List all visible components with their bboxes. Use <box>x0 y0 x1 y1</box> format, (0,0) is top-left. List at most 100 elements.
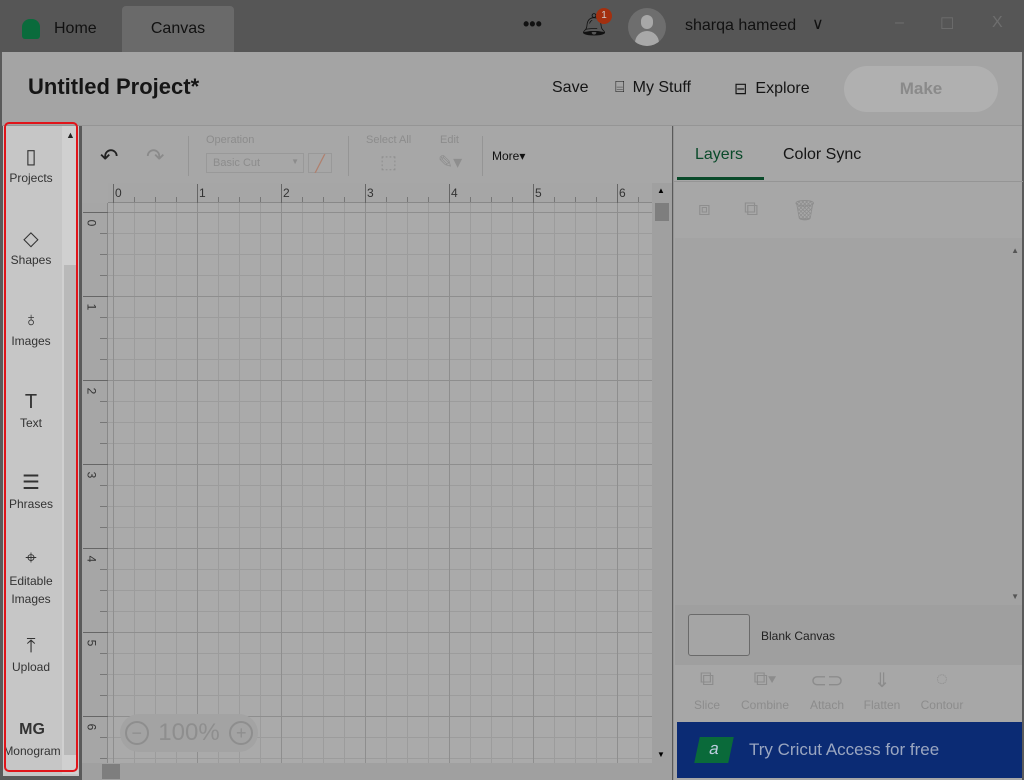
ruler-left-label: 5 <box>84 639 99 647</box>
blank-canvas-label: Blank Canvas <box>761 629 836 643</box>
ruler-top-label: 4 <box>451 186 458 200</box>
vertical-scrollbar[interactable]: ▲ ▼ <box>652 183 672 763</box>
ruler-major-tick <box>83 296 108 297</box>
my-stuff-label: My Stuff <box>632 79 691 96</box>
horizontal-scrollbar[interactable] <box>82 763 672 780</box>
ruler-major-tick <box>281 184 282 203</box>
close-button[interactable]: X <box>992 14 1003 32</box>
tool-label: Slice <box>693 698 720 712</box>
blank-canvas-layer[interactable]: Blank Canvas <box>675 605 1022 665</box>
more-options-button[interactable]: ••• <box>523 14 542 35</box>
chevron-down-icon[interactable]: ∨ <box>812 14 824 34</box>
attach-icon: ⊂⊃ <box>810 670 844 692</box>
ruler-left-label: 2 <box>84 387 99 395</box>
more-button[interactable]: More▾ <box>492 149 525 163</box>
contour-button[interactable]: ◌ Contour <box>912 668 972 712</box>
ruler-major-tick <box>83 548 108 549</box>
slice-button[interactable]: ⧉ Slice <box>677 668 737 712</box>
ruler-major-tick <box>83 632 108 633</box>
combine-button[interactable]: ⧉▾ Combine <box>735 668 795 712</box>
zoom-control: − 100% + <box>120 714 258 752</box>
divider <box>348 136 349 176</box>
ruler-top <box>108 183 652 203</box>
active-tab-indicator <box>677 177 764 180</box>
inbox-icon: ⌸ <box>615 79 625 96</box>
attach-button[interactable]: ⊂⊃ Attach <box>797 668 857 712</box>
scroll-thumb[interactable] <box>102 764 120 779</box>
project-header: Untitled Project* Save ⌸ My Stuff ⊟ Explor… <box>2 52 1022 126</box>
zoom-level: 100% <box>158 719 220 746</box>
cricut-access-banner[interactable]: a Try Cricut Access for free <box>677 722 1022 778</box>
divider <box>188 136 189 176</box>
my-stuff-button[interactable]: ⌸ My Stuff <box>615 79 691 97</box>
zoom-out-button[interactable]: − <box>124 721 149 745</box>
ruler-left-label: 4 <box>84 555 99 563</box>
layers-list: ▲ ▼ <box>675 238 1022 605</box>
ruler-left-label: 0 <box>84 219 99 227</box>
sidebar-highlight-outline <box>4 122 78 772</box>
flatten-button[interactable]: ⇓ Flatten <box>852 668 912 712</box>
operation-label: Operation <box>206 134 255 146</box>
maximize-button[interactable]: ☐ <box>940 14 954 34</box>
more-label: More <box>492 149 520 163</box>
ruler-top-label: 1 <box>199 186 206 200</box>
combine-icon: ⧉▾ <box>753 668 777 690</box>
ruler-major-tick <box>617 184 618 203</box>
tool-label: Flatten <box>863 698 901 712</box>
home-icon <box>22 19 40 39</box>
scroll-thumb[interactable] <box>655 203 669 221</box>
flatten-icon: ⇓ <box>873 670 891 692</box>
zoom-in-button[interactable]: + <box>229 721 254 745</box>
scroll-down-icon[interactable]: ▼ <box>657 750 665 759</box>
ruler-left-label: 1 <box>84 303 99 311</box>
notification-badge: 1 <box>596 8 612 24</box>
ruler-top-label: 3 <box>367 186 374 200</box>
redo-icon[interactable]: ↷ <box>146 144 164 170</box>
ruler-left-label: 3 <box>84 471 99 479</box>
canvas-grid[interactable] <box>108 203 652 763</box>
slice-icon: ⧉ <box>699 668 715 690</box>
save-button[interactable]: Save <box>552 79 588 97</box>
ruler-major-tick <box>365 184 366 203</box>
tab-color-sync[interactable]: Color Sync <box>783 146 861 164</box>
scroll-down-icon[interactable]: ▼ <box>1011 592 1019 601</box>
cricut-access-logo: a <box>694 737 734 763</box>
save-label: Save <box>552 79 589 96</box>
tab-canvas[interactable]: Canvas <box>122 6 234 52</box>
group-icon[interactable]: ⧈ <box>698 198 711 221</box>
divider <box>482 136 483 176</box>
operation-select[interactable]: Basic Cut ▼ <box>206 153 304 173</box>
contour-icon: ◌ <box>936 668 948 690</box>
trash-icon[interactable]: 🗑︎ <box>792 198 817 223</box>
select-all-label: Select All <box>366 134 412 146</box>
tool-label: Attach <box>809 698 845 712</box>
tab-home[interactable]: Home <box>22 6 97 52</box>
edit-label: Edit <box>440 134 459 146</box>
ruler-major-tick <box>83 464 108 465</box>
explore-button[interactable]: ⊟ Explore <box>734 79 810 99</box>
make-button[interactable]: Make <box>844 66 998 112</box>
select-all-icon[interactable]: ⬚ <box>380 152 397 173</box>
undo-icon[interactable]: ↶ <box>100 144 118 170</box>
page-title: Untitled Project* <box>28 74 200 99</box>
ruler-top-label: 0 <box>115 186 122 200</box>
ruler-major-tick <box>197 184 198 203</box>
tab-canvas-label: Canvas <box>150 20 206 37</box>
ruler-left-label: 6 <box>84 723 99 731</box>
pencil-icon[interactable]: ✎▾ <box>438 152 462 173</box>
tool-label: Contour <box>920 698 964 712</box>
pen-color-swatch[interactable]: ╱ <box>308 153 332 173</box>
scroll-up-icon[interactable]: ▲ <box>1011 246 1019 255</box>
minimize-button[interactable]: – <box>895 14 904 32</box>
divider <box>674 181 1023 182</box>
user-name[interactable]: sharqa hameed <box>685 17 796 35</box>
ruler-major-tick <box>83 716 108 717</box>
duplicate-icon[interactable]: ⧉ <box>744 198 758 221</box>
avatar[interactable] <box>628 8 666 46</box>
ruler-major-tick <box>533 184 534 203</box>
operation-value: Basic Cut <box>213 157 261 169</box>
ruler-major-tick <box>83 380 108 381</box>
scroll-up-icon[interactable]: ▲ <box>657 186 665 195</box>
tab-layers[interactable]: Layers <box>695 146 743 164</box>
banner-text: Try Cricut Access for free <box>749 740 940 759</box>
